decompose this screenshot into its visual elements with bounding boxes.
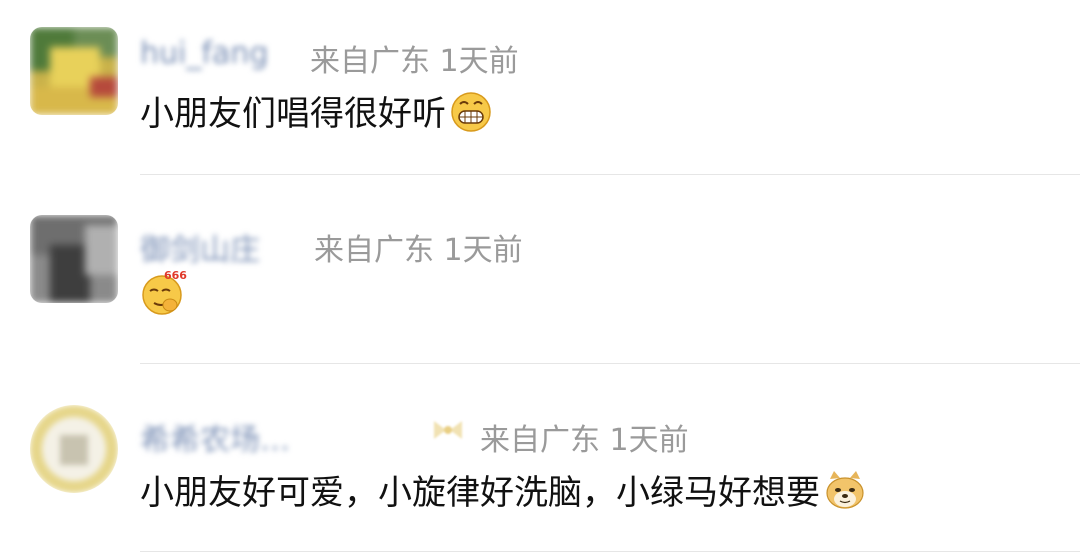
comment-text: 小朋友好可爱，小旋律好洗脑，小绿马好想要 (140, 465, 866, 514)
divider (140, 363, 1080, 364)
666-emoji: 666 (140, 267, 190, 317)
comment-item: 希希农场… 来自广东 1天前 小朋友好可爱，小旋律好洗脑，小绿马好想要 (0, 365, 1080, 555)
username[interactable]: 希希农场… (140, 415, 290, 459)
comment-meta: 来自广东 1天前 (314, 233, 523, 268)
divider (140, 551, 1080, 552)
vip-badge-icon (430, 417, 466, 443)
grin-emoji (450, 90, 492, 132)
avatar[interactable] (30, 27, 118, 115)
comment-text-content: 小朋友们唱得很好听 (140, 94, 446, 134)
comment-item: 御剑山庄 来自广东 1天前 666 (0, 175, 1080, 365)
avatar[interactable] (30, 215, 118, 303)
doge-emoji (824, 469, 866, 511)
comment-meta: 来自广东 1天前 (480, 423, 689, 458)
avatar[interactable] (30, 405, 118, 493)
comment-text-content: 小朋友好可爱，小旋律好洗脑，小绿马好想要 (140, 473, 820, 513)
username[interactable]: hui_fang (140, 36, 268, 71)
username[interactable]: 御剑山庄 (140, 225, 260, 269)
comment-list: hui_fang 来自广东 1天前 小朋友们唱得很好听 御剑山庄 来自广东 1天… (0, 0, 1080, 555)
comment-text: 666 (140, 267, 190, 317)
comment-item: hui_fang 来自广东 1天前 小朋友们唱得很好听 (0, 0, 1080, 175)
comment-text: 小朋友们唱得很好听 (140, 86, 492, 135)
svg-text:666: 666 (164, 269, 187, 282)
comment-meta: 来自广东 1天前 (310, 44, 519, 79)
